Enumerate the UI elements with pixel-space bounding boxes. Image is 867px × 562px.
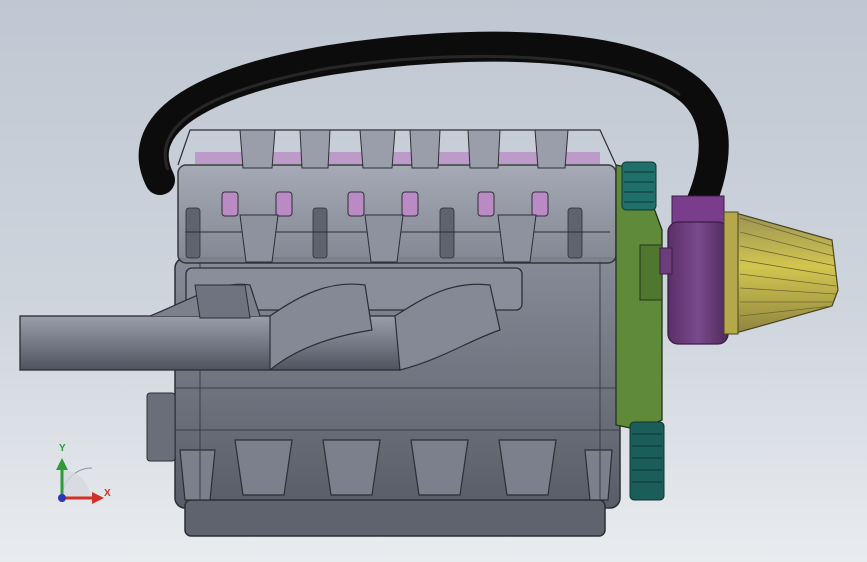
coordinate-triad [56, 458, 104, 504]
lower-pulley[interactable] [629, 421, 665, 501]
cylinder-head[interactable] [177, 129, 617, 264]
triad-z-axis [58, 494, 66, 502]
flywheel-stub[interactable] [146, 392, 176, 462]
upper-pulley[interactable] [621, 161, 657, 211]
triad-x-arrow [92, 492, 104, 504]
graphics-viewport[interactable]: Y X [0, 0, 867, 562]
triad-y-label: Y [59, 443, 66, 454]
air-filter-housing[interactable] [659, 195, 729, 345]
engine-model-view[interactable] [0, 0, 867, 562]
triad-shading [62, 470, 90, 498]
air-filter-cone[interactable] [723, 211, 839, 335]
triad-x-label: X [104, 488, 111, 499]
triad-y-arrow [56, 458, 68, 470]
